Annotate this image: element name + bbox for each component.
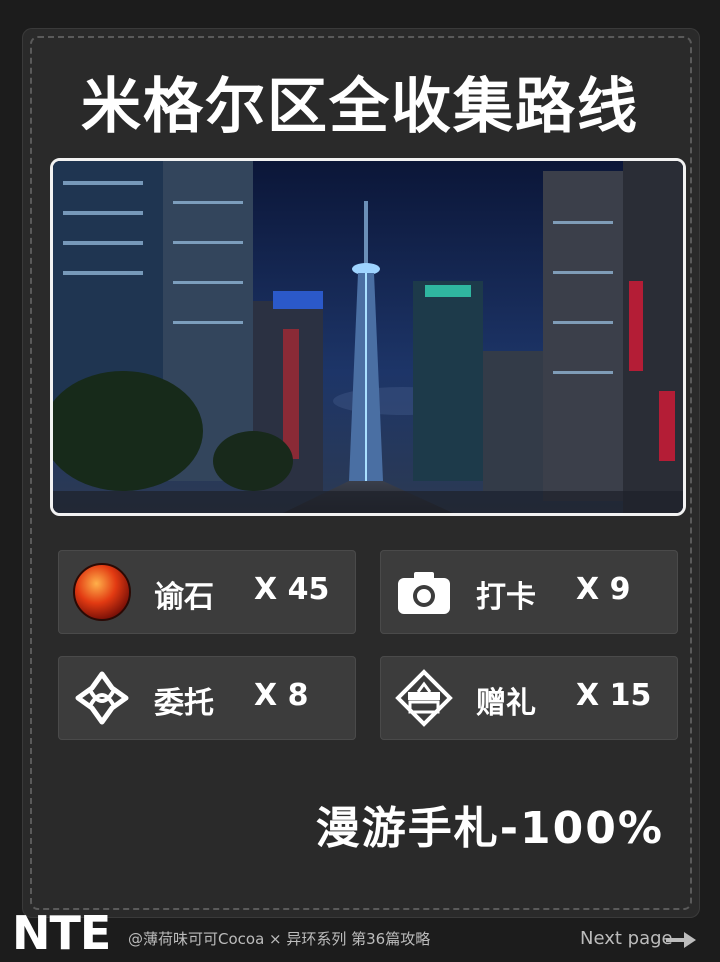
next-page-link[interactable]: Next page xyxy=(580,928,673,949)
stat-label: 委托 xyxy=(154,686,214,721)
nte-logo: NTE xyxy=(12,906,111,960)
camera-icon xyxy=(398,572,450,614)
stat-count: X 15 xyxy=(576,678,652,713)
stat-label: 谕石 xyxy=(154,580,214,615)
stat-count: X 9 xyxy=(576,572,631,607)
stat-count: X 8 xyxy=(254,678,309,713)
author-credit: @薄荷味可可Cocoa × 异环系列 第36篇攻略 xyxy=(128,930,431,948)
stat-label: 打卡 xyxy=(476,580,536,615)
stat-tile-commissions: 委托 X 8 xyxy=(58,656,356,740)
roaming-notes-progress: 漫游手札-100% xyxy=(315,803,664,854)
page-title: 米格尔区全收集路线 xyxy=(81,72,639,142)
arrow-right-icon[interactable] xyxy=(666,932,696,948)
knot-emblem-icon xyxy=(75,671,129,725)
stat-tile-checkin: 打卡 X 9 xyxy=(380,550,678,634)
city-night-image xyxy=(50,158,686,516)
gift-emblem-icon xyxy=(395,669,453,727)
stat-count: X 45 xyxy=(254,572,330,607)
red-orb-icon xyxy=(73,563,131,621)
stat-label: 赠礼 xyxy=(476,686,536,721)
stat-tile-gifts: 赠礼 X 15 xyxy=(380,656,678,740)
stat-tile-stones: 谕石 X 45 xyxy=(58,550,356,634)
